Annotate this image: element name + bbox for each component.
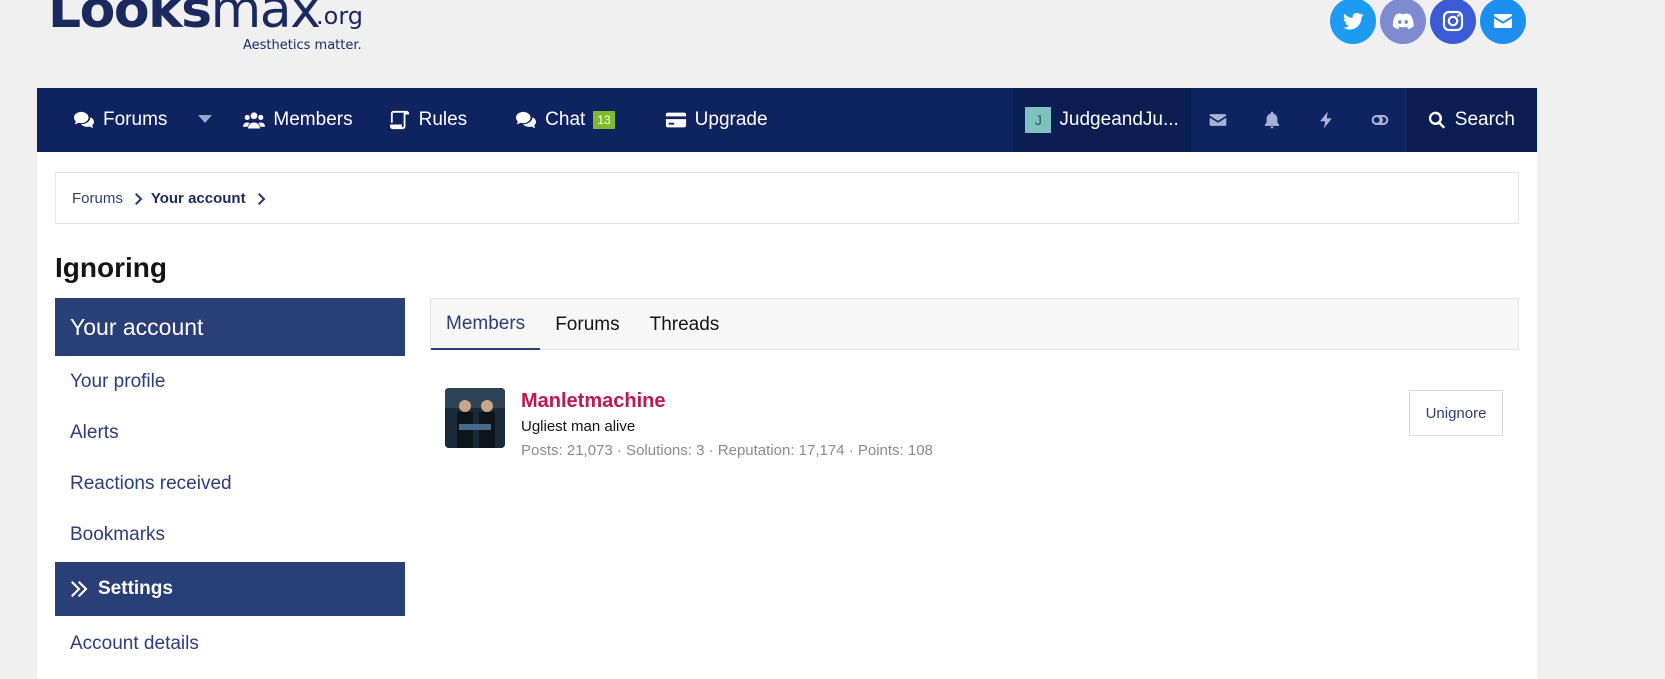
- inbox-button[interactable]: [1191, 88, 1245, 152]
- breadcrumb-your-account[interactable]: Your account: [151, 190, 246, 207]
- ignoring-tabs: Members Forums Threads: [430, 298, 1519, 350]
- tab-forums[interactable]: Forums: [540, 299, 634, 350]
- caret-down-icon: [198, 115, 213, 123]
- logo-tagline: Aesthetics matter.: [243, 38, 362, 53]
- account-sidebar: Your account Your profile Alerts Reactio…: [55, 298, 405, 669]
- sidebar-item-reactions-received[interactable]: Reactions received: [55, 458, 405, 509]
- member-name-link[interactable]: Manletmachine: [521, 390, 665, 413]
- logo-wordmark: Looksmax: [48, 0, 321, 40]
- instagram-icon[interactable]: [1430, 0, 1476, 44]
- chevron-right-icon: [134, 192, 143, 205]
- sidebar-settings-label: Settings: [98, 578, 173, 599]
- whats-new-button[interactable]: [1299, 88, 1353, 152]
- breadcrumb: Forums Your account: [55, 172, 1519, 224]
- nav-chat-label: Chat: [545, 109, 586, 130]
- nav-rules-label: Rules: [418, 109, 468, 130]
- nav-rules[interactable]: Rules: [371, 88, 486, 152]
- tab-members[interactable]: Members: [431, 299, 541, 350]
- nav-upgrade[interactable]: Upgrade: [633, 88, 786, 152]
- envelope-icon: [1209, 114, 1227, 126]
- nav-members-label: Members: [273, 109, 353, 130]
- search-icon: [1428, 111, 1445, 129]
- credit-card-icon: [665, 112, 686, 128]
- logo-suffix: .org: [316, 2, 363, 30]
- nav-user-tools: J JudgeandJu... Search: [1013, 88, 1537, 152]
- chevron-right-icon: [257, 192, 266, 205]
- nav-members[interactable]: Members: [225, 88, 370, 152]
- unignore-button[interactable]: Unignore: [1409, 390, 1503, 436]
- sidebar-item-alerts[interactable]: Alerts: [55, 407, 405, 458]
- style-toggle-button[interactable]: [1353, 88, 1407, 152]
- nav-chat[interactable]: Chat 13: [485, 88, 633, 152]
- sidebar-item-account-details[interactable]: Account details: [55, 618, 405, 669]
- account-menu[interactable]: J JudgeandJu...: [1013, 88, 1191, 152]
- nav-forums[interactable]: Forums: [37, 88, 185, 152]
- alerts-button[interactable]: [1245, 88, 1299, 152]
- users-icon: [243, 112, 266, 129]
- avatar: J: [1025, 107, 1052, 133]
- member-avatar[interactable]: [445, 388, 505, 448]
- nav-upgrade-label: Upgrade: [694, 109, 768, 130]
- main-content: Forums Your account Ignoring Your accoun…: [37, 152, 1537, 679]
- nav-forums-label: Forums: [103, 109, 168, 130]
- chat-count-badge: 13: [593, 111, 615, 129]
- email-icon[interactable]: [1480, 0, 1526, 44]
- tab-threads[interactable]: Threads: [635, 299, 735, 350]
- site-logo[interactable]: Looksmax .org Aesthetics matter.: [48, 0, 378, 56]
- search-button[interactable]: Search: [1406, 88, 1537, 152]
- list-item: Manletmachine Ugliest man alive Posts: 2…: [445, 388, 1519, 459]
- member-user-title: Ugliest man alive: [521, 418, 636, 435]
- username-label: JudgeandJu...: [1059, 109, 1179, 130]
- discord-icon[interactable]: [1380, 0, 1426, 44]
- member-stats: Posts: 21,073 · Solutions: 3 · Reputatio…: [521, 442, 933, 459]
- sidebar-item-settings[interactable]: Settings: [55, 562, 405, 616]
- bell-icon: [1264, 111, 1279, 129]
- sidebar-item-bookmarks[interactable]: Bookmarks: [55, 509, 405, 560]
- chat-icon: [516, 111, 537, 129]
- twitter-icon[interactable]: [1330, 0, 1376, 44]
- scroll-icon: [389, 110, 409, 130]
- social-links: [1330, 0, 1526, 44]
- search-label: Search: [1454, 109, 1515, 130]
- bolt-icon: [1319, 111, 1332, 129]
- sidebar-item-your-profile[interactable]: Your profile: [55, 356, 405, 407]
- page-title: Ignoring: [55, 252, 167, 283]
- forums-dropdown-toggle[interactable]: [185, 88, 225, 152]
- main-navbar: Forums Members Rules Chat 13 Upgrade J J…: [37, 88, 1537, 152]
- chat-bubbles-icon: [74, 111, 94, 129]
- double-chevron-right-icon: [71, 581, 88, 597]
- breadcrumb-forums[interactable]: Forums: [72, 190, 123, 207]
- sidebar-header[interactable]: Your account: [55, 298, 405, 356]
- toggle-icon: [1371, 115, 1389, 125]
